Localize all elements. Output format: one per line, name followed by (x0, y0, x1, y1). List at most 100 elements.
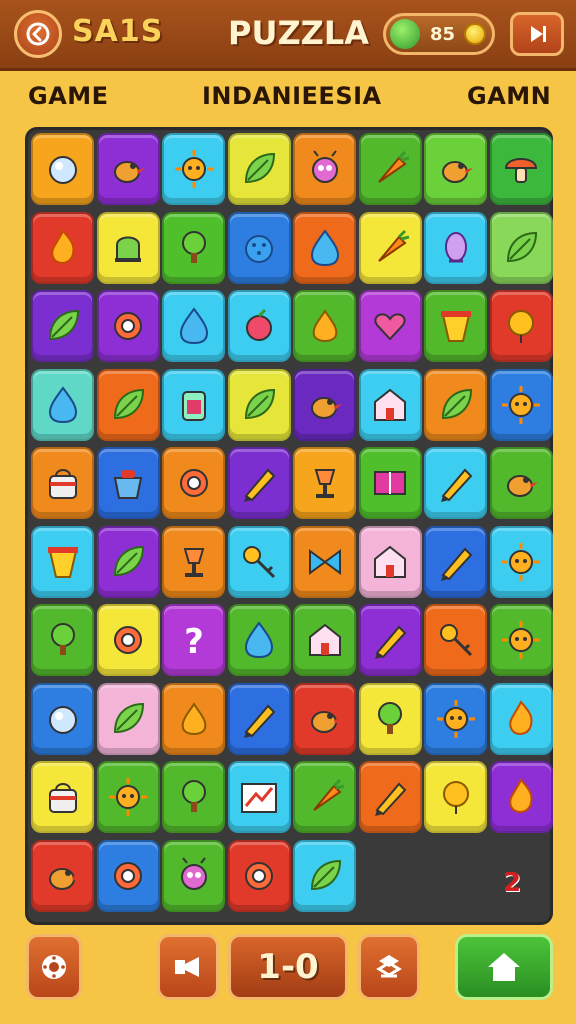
tile-flame[interactable] (31, 211, 94, 284)
tile-shell[interactable] (424, 211, 487, 284)
tile-pot[interactable] (96, 447, 160, 519)
tile-pear[interactable] (162, 682, 225, 755)
tile-ring[interactable] (96, 290, 160, 362)
tile-heart[interactable] (358, 290, 422, 362)
tile-cup[interactable] (31, 525, 94, 598)
tile-tree[interactable] (358, 682, 422, 755)
key-icon (439, 624, 472, 657)
tile-sun[interactable] (424, 682, 487, 755)
tile-bird[interactable] (96, 133, 160, 205)
tile-bug[interactable] (293, 133, 356, 205)
tile-orb[interactable] (31, 682, 94, 755)
home-button[interactable] (455, 934, 553, 1000)
tile-tree[interactable] (31, 604, 94, 676)
tile-pencil[interactable] (424, 447, 487, 519)
tile-jar[interactable] (162, 368, 225, 441)
tile-lamp[interactable] (162, 525, 225, 598)
tile-ring[interactable] (227, 839, 291, 912)
tile-leaf[interactable] (227, 133, 291, 205)
tile-house[interactable] (358, 525, 422, 598)
tree-icon (181, 780, 206, 812)
tile-leaf[interactable] (489, 211, 553, 284)
tile-leaf[interactable] (96, 368, 160, 441)
tile-bug[interactable] (162, 839, 225, 912)
tile-leaf[interactable] (96, 525, 160, 598)
tile-bell[interactable] (96, 211, 160, 284)
tile-bird[interactable] (489, 447, 553, 519)
tile-flame[interactable] (489, 682, 553, 755)
tile-orb[interactable] (31, 133, 94, 205)
tile-drop[interactable] (293, 211, 356, 284)
gem-icon (390, 19, 420, 49)
level-badge: 2 (492, 861, 532, 905)
tile-pencil[interactable] (358, 761, 422, 833)
tile-pencil[interactable] (227, 682, 291, 755)
pot-icon (113, 470, 143, 499)
tile-drop[interactable] (162, 290, 225, 362)
tile-leaf[interactable] (96, 682, 160, 755)
level-badge-number: 2 (502, 868, 522, 898)
tile-drop[interactable] (31, 368, 94, 441)
tile-flame[interactable] (489, 761, 553, 833)
tile-pencil[interactable] (424, 525, 487, 598)
tile-carrot[interactable] (358, 133, 422, 205)
tile-drop[interactable] (227, 604, 291, 676)
tile-key[interactable] (227, 525, 291, 598)
label-center: INDANIEESIA (202, 82, 382, 110)
score-display: 1-0 (228, 934, 348, 1000)
house-icon (308, 623, 341, 656)
tile-tree[interactable] (162, 211, 225, 284)
tile-sun[interactable] (162, 133, 225, 205)
tile-tree[interactable] (162, 761, 225, 833)
tile-chart[interactable] (227, 761, 291, 833)
tile-leaf[interactable] (424, 368, 487, 441)
settings-button[interactable] (26, 934, 82, 1000)
tile-sun[interactable] (96, 761, 160, 833)
tile-bird[interactable] (293, 682, 356, 755)
tile-carrot[interactable] (358, 211, 422, 284)
tile-leaf[interactable] (31, 290, 94, 362)
tile-bow[interactable] (293, 525, 356, 598)
tile-leaf[interactable] (227, 368, 291, 441)
camera-button[interactable] (157, 934, 219, 1000)
shuffle-button[interactable] (358, 934, 420, 1000)
tile-house[interactable] (358, 368, 422, 441)
tile-balloon[interactable] (424, 761, 487, 833)
tile-lamp[interactable] (293, 447, 356, 519)
tile-ring[interactable] (96, 604, 160, 676)
play-button[interactable] (510, 12, 564, 56)
tile-pear[interactable] (293, 290, 356, 362)
question-icon: ? (184, 622, 204, 661)
tile-balloon[interactable] (489, 290, 553, 362)
tile-leaf[interactable] (293, 839, 356, 912)
house-icon (374, 388, 406, 421)
sun-icon (436, 699, 475, 738)
tile-key[interactable] (424, 604, 487, 676)
tile-sun[interactable] (489, 525, 553, 598)
bird-icon (114, 161, 145, 183)
tile-bird[interactable] (424, 133, 487, 205)
tile-pencil[interactable] (227, 447, 291, 519)
shell-icon (444, 231, 467, 262)
tile-bag[interactable] (31, 447, 94, 519)
bag-icon (48, 783, 77, 813)
tile-sun[interactable] (489, 604, 553, 676)
tile-bird[interactable] (293, 368, 356, 441)
tile-ring[interactable] (96, 839, 160, 912)
tile-fruit[interactable] (227, 290, 291, 362)
tile-pencil[interactable] (358, 604, 422, 676)
tile-berry[interactable] (227, 211, 291, 284)
tile-sun[interactable] (489, 368, 553, 441)
game-subtitle: SA1S (72, 14, 164, 49)
back-button[interactable] (14, 10, 62, 58)
tile-bag[interactable] (31, 761, 94, 833)
tile-question[interactable]: ? (162, 604, 225, 676)
tile-carrot[interactable] (293, 761, 356, 833)
tile-bird[interactable] (31, 839, 94, 912)
tile-mushroom[interactable] (489, 133, 553, 205)
currency-counter[interactable]: 85 (383, 13, 495, 55)
tile-book[interactable] (358, 447, 422, 519)
tile-cup[interactable] (424, 290, 487, 362)
tile-house[interactable] (293, 604, 356, 676)
tile-ring[interactable] (162, 447, 225, 519)
